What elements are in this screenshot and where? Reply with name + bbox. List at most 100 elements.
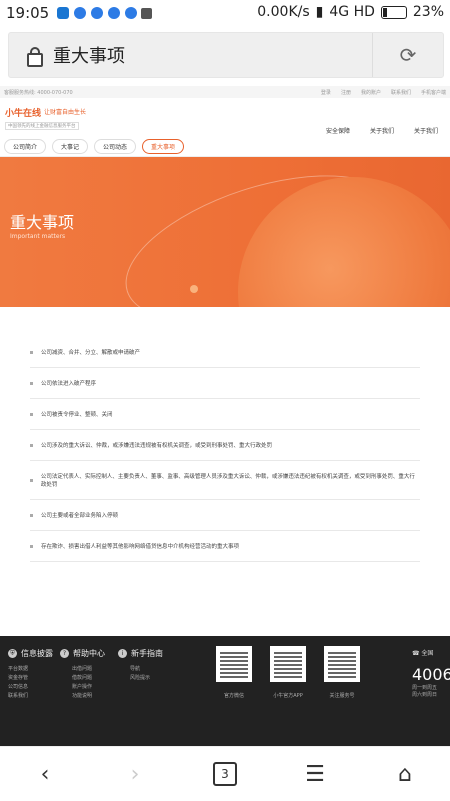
qr-code-icon bbox=[216, 646, 252, 682]
notification-icon bbox=[57, 7, 70, 19]
page-title[interactable]: 重大事项 bbox=[53, 42, 125, 68]
footer-head: 帮助中心 bbox=[73, 649, 105, 658]
signal-icon: ▮ bbox=[315, 4, 324, 20]
logo-subtitle: 中国领先的线上金融信息服务平台 bbox=[5, 122, 79, 130]
footer-head: 信息披露 bbox=[21, 649, 53, 658]
footer-head: 新手指南 bbox=[131, 649, 163, 658]
footer-link[interactable]: 账户操作 bbox=[72, 683, 105, 690]
bullet-icon bbox=[30, 412, 33, 416]
footer-link[interactable]: 出借问题 bbox=[72, 665, 105, 672]
hotline-label: 全国 bbox=[421, 650, 434, 657]
shield-icon: ⛨ bbox=[8, 649, 17, 658]
topbar-link[interactable]: 注册 bbox=[341, 89, 351, 96]
footer-col-help: ? 帮助中心 出借问题 借款问题 账户操作 功能说明 bbox=[60, 648, 105, 701]
info-icon: i bbox=[118, 649, 127, 658]
events-list: 公司减资、合并、分立、解散或申请破产 公司依法进入破产程序 公司被责令停业、整顿… bbox=[30, 337, 420, 562]
qr-caption: 小牛官方APP bbox=[273, 693, 303, 699]
tab-company-news[interactable]: 公司动态 bbox=[94, 138, 137, 154]
hotline-number: 4006 bbox=[412, 665, 450, 684]
bullet-icon bbox=[30, 478, 33, 482]
hotline: ☎ 全国 4006 周一到周五 周六到周日 bbox=[412, 648, 450, 698]
main-nav-item[interactable]: 安全保障 bbox=[326, 126, 350, 135]
address-bar[interactable]: 重大事项 ⟳ bbox=[8, 32, 444, 78]
site-topbar: 客服服务热线: 4000-070-070 登录 注册 我的账户 联系我们 手机客… bbox=[0, 86, 450, 98]
menu-icon[interactable]: ☰ bbox=[295, 754, 335, 794]
qr-app: 小牛官方APP bbox=[270, 646, 306, 699]
home-icon[interactable]: ⌂ bbox=[385, 754, 425, 794]
footer-link[interactable]: 联系我们 bbox=[8, 692, 53, 699]
dot-decoration bbox=[190, 285, 198, 293]
tab-count: 3 bbox=[213, 762, 237, 786]
footer-link[interactable]: 平台数据 bbox=[8, 665, 53, 672]
network-type: 4G HD bbox=[329, 4, 375, 20]
notification-icon bbox=[74, 7, 87, 19]
bullet-icon bbox=[30, 381, 33, 385]
network-speed: 0.00K/s bbox=[257, 4, 310, 20]
event-text: 公司主要或者全部业务陷入停顿 bbox=[41, 513, 119, 519]
qr-codes: 官方微信 小牛官方APP 关注服务号 bbox=[216, 646, 360, 699]
banner-title: 重大事项 bbox=[10, 213, 75, 232]
list-item: 公司主要或者全部业务陷入停顿 bbox=[30, 500, 420, 531]
list-item: 存在欺诈、损害出借人利益等其他影响网络借贷信息中介机构经营活动的重大事项 bbox=[30, 531, 420, 562]
event-text: 公司依法进入破产程序 bbox=[41, 381, 97, 387]
list-item: 公司法定代表人、实际控制人、主要负责人、董事、监事、高级管理人员涉及重大诉讼、仲… bbox=[30, 461, 420, 500]
qr-wechat: 官方微信 bbox=[216, 646, 252, 699]
topbar-link[interactable]: 手机客户端 bbox=[421, 89, 446, 96]
main-nav-item[interactable]: 关于我们 bbox=[414, 126, 438, 135]
footer-link[interactable]: 风险提示 bbox=[130, 674, 163, 681]
hotline-text: 客服服务热线: 4000-070-070 bbox=[4, 89, 73, 96]
site-footer: ⛨ 信息披露 平台数据 资金存管 公司信息 联系我们 ? 帮助中心 出借问题 借款问… bbox=[0, 636, 450, 746]
browser-nav-bar: ‹ › 3 ☰ ⌂ bbox=[0, 746, 450, 801]
qr-code-icon bbox=[270, 646, 306, 682]
app-icon bbox=[141, 7, 153, 19]
logo-slogan: 让财富自由生长 bbox=[44, 109, 87, 116]
topbar-links: 登录 注册 我的账户 联系我们 手机客户端 bbox=[321, 89, 446, 96]
topbar-link[interactable]: 登录 bbox=[321, 89, 331, 96]
qr-code-icon bbox=[324, 646, 360, 682]
battery-icon bbox=[380, 5, 407, 19]
footer-link[interactable]: 导航 bbox=[130, 665, 163, 672]
sub-nav: 公司简介 大事记 公司动态 重大事项 bbox=[0, 136, 450, 157]
clock: 19:05 bbox=[6, 4, 50, 22]
event-text: 公司减资、合并、分立、解散或申请破产 bbox=[41, 350, 141, 356]
tab-milestones[interactable]: 大事记 bbox=[52, 138, 89, 154]
site-logo[interactable]: 小牛在线 bbox=[5, 106, 41, 119]
bullet-icon bbox=[30, 513, 33, 517]
footer-col-guide: i 新手指南 导航 风险提示 bbox=[118, 648, 163, 683]
qr-caption: 关注服务号 bbox=[329, 693, 355, 699]
hotline-hours: 周六到周日 bbox=[412, 692, 438, 698]
list-item: 公司依法进入破产程序 bbox=[30, 368, 420, 399]
tab-major-events[interactable]: 重大事项 bbox=[142, 138, 185, 154]
tab-company-intro[interactable]: 公司简介 bbox=[4, 138, 47, 154]
hotline-hours: 周一到周五 bbox=[412, 685, 438, 691]
main-nav: 安全保障 关于我们 关于我们 bbox=[326, 126, 438, 135]
notification-icon bbox=[91, 7, 104, 19]
notification-icon bbox=[108, 7, 121, 19]
list-item: 公司减资、合并、分立、解散或申请破产 bbox=[30, 337, 420, 368]
main-nav-item[interactable]: 关于我们 bbox=[370, 126, 394, 135]
notification-icon bbox=[125, 7, 138, 19]
event-text: 公司涉及的重大诉讼、仲裁，或涉嫌违法违规被有权机关调查，或受到刑事处罚、重大行政… bbox=[41, 443, 273, 449]
list-item: 公司被责令停业、整顿、关闭 bbox=[30, 399, 420, 430]
footer-link[interactable]: 公司信息 bbox=[8, 683, 53, 690]
reload-icon[interactable]: ⟳ bbox=[372, 33, 443, 77]
topbar-link[interactable]: 我的账户 bbox=[361, 89, 381, 96]
footer-link[interactable]: 功能说明 bbox=[72, 692, 105, 699]
tabs-button[interactable]: 3 bbox=[205, 754, 245, 794]
event-text: 公司法定代表人、实际控制人、主要负责人、董事、监事、高级管理人员涉及重大诉讼、仲… bbox=[40, 474, 415, 488]
footer-link[interactable]: 资金存管 bbox=[8, 674, 53, 681]
lock-icon bbox=[25, 46, 43, 67]
bullet-icon bbox=[30, 350, 33, 354]
phone-icon: ☎ bbox=[412, 650, 420, 657]
footer-link[interactable]: 借款问题 bbox=[72, 674, 105, 681]
site-header: 小牛在线 让财富自由生长 中国领先的线上金融信息服务平台 安全保障 关于我们 关… bbox=[0, 98, 450, 136]
question-icon: ? bbox=[60, 649, 69, 658]
status-bar: 19:05 0.00K/s ▮ 4G HD 23% bbox=[0, 0, 450, 26]
back-icon[interactable]: ‹ bbox=[25, 754, 65, 794]
topbar-link[interactable]: 联系我们 bbox=[391, 89, 411, 96]
bullet-icon bbox=[30, 443, 33, 447]
event-text: 公司被责令停业、整顿、关闭 bbox=[41, 412, 113, 418]
footer-col-disclosure: ⛨ 信息披露 平台数据 资金存管 公司信息 联系我们 bbox=[8, 648, 53, 701]
forward-icon[interactable]: › bbox=[115, 754, 155, 794]
status-right: 0.00K/s ▮ 4G HD 23% bbox=[257, 4, 444, 20]
